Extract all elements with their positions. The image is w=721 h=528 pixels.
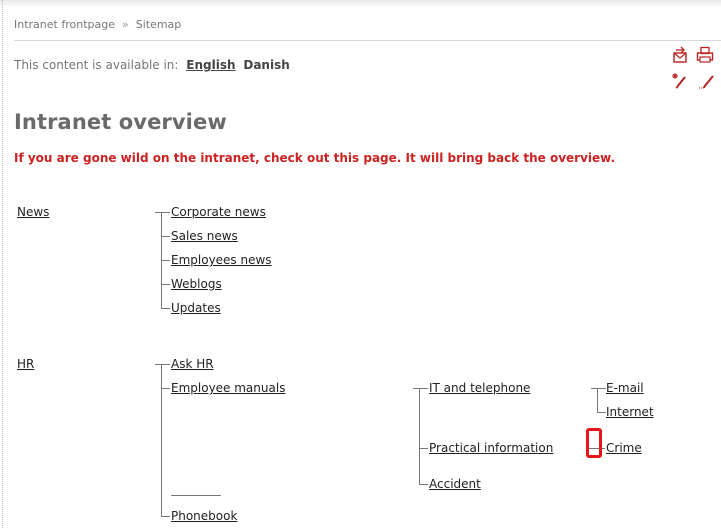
edit-page-icon[interactable] <box>698 72 716 90</box>
sitemap-weblogs[interactable]: Weblogs <box>171 277 222 291</box>
breadcrumb-item-sitemap[interactable]: Sitemap <box>136 18 182 31</box>
tree-line <box>171 495 221 496</box>
send-page-icon[interactable] <box>672 46 690 64</box>
sitemap-employees-news[interactable]: Employees news <box>171 253 272 267</box>
tree-line <box>419 484 428 485</box>
tree-line <box>161 308 170 309</box>
tree-line <box>155 212 170 213</box>
sitemap-news[interactable]: News <box>17 205 49 219</box>
print-icon[interactable] <box>696 46 714 64</box>
top-shadow <box>0 0 721 8</box>
intro-text: If you are gone wild on the intranet, ch… <box>14 151 616 165</box>
sitemap-accident[interactable]: Accident <box>429 477 481 491</box>
sitemap-email[interactable]: E-mail <box>606 381 644 395</box>
tree-line <box>161 364 162 516</box>
sitemap-internet[interactable]: Internet <box>606 405 654 419</box>
sitemap-it-and-telephone[interactable]: IT and telephone <box>429 381 530 395</box>
sitemap-practical-information[interactable]: Practical information <box>429 441 553 455</box>
breadcrumb-separator: » <box>121 18 129 31</box>
tree-line <box>419 388 420 484</box>
tree-line <box>155 364 170 365</box>
sitemap-employee-manuals[interactable]: Employee manuals <box>171 381 285 395</box>
tree-line <box>419 448 428 449</box>
tree-line <box>161 260 170 261</box>
language-selector: This content is available in: English Da… <box>14 58 290 72</box>
tree-line <box>413 388 428 389</box>
sitemap-updates[interactable]: Updates <box>171 301 221 315</box>
language-english-link[interactable]: English <box>186 58 235 72</box>
sitemap-phonebook[interactable]: Phonebook <box>171 509 237 523</box>
sitemap-ask-hr[interactable]: Ask HR <box>171 357 214 371</box>
tree-line <box>161 236 170 237</box>
tree-line <box>161 284 170 285</box>
left-dotted-border <box>2 0 3 528</box>
new-page-icon[interactable] <box>672 72 690 90</box>
breadcrumb: Intranet frontpage » Sitemap <box>14 18 181 31</box>
sitemap-sales-news[interactable]: Sales news <box>171 229 238 243</box>
breadcrumb-item-frontpage[interactable]: Intranet frontpage <box>14 18 115 31</box>
page-title: Intranet overview <box>14 110 227 134</box>
language-prefix: This content is available in: <box>14 58 179 72</box>
tree-line <box>591 388 606 389</box>
sitemap-corporate-news[interactable]: Corporate news <box>171 205 266 219</box>
sitemap-hr[interactable]: HR <box>17 357 34 371</box>
sitemap-crime[interactable]: Crime <box>606 441 642 455</box>
language-danish-link[interactable]: Danish <box>243 58 289 72</box>
page-tools <box>670 46 720 94</box>
tree-line <box>161 388 170 389</box>
tree-line <box>597 412 606 413</box>
tree-line <box>161 516 170 517</box>
header-divider <box>14 40 721 41</box>
tree-line <box>597 388 598 412</box>
highlight-box <box>586 428 602 458</box>
